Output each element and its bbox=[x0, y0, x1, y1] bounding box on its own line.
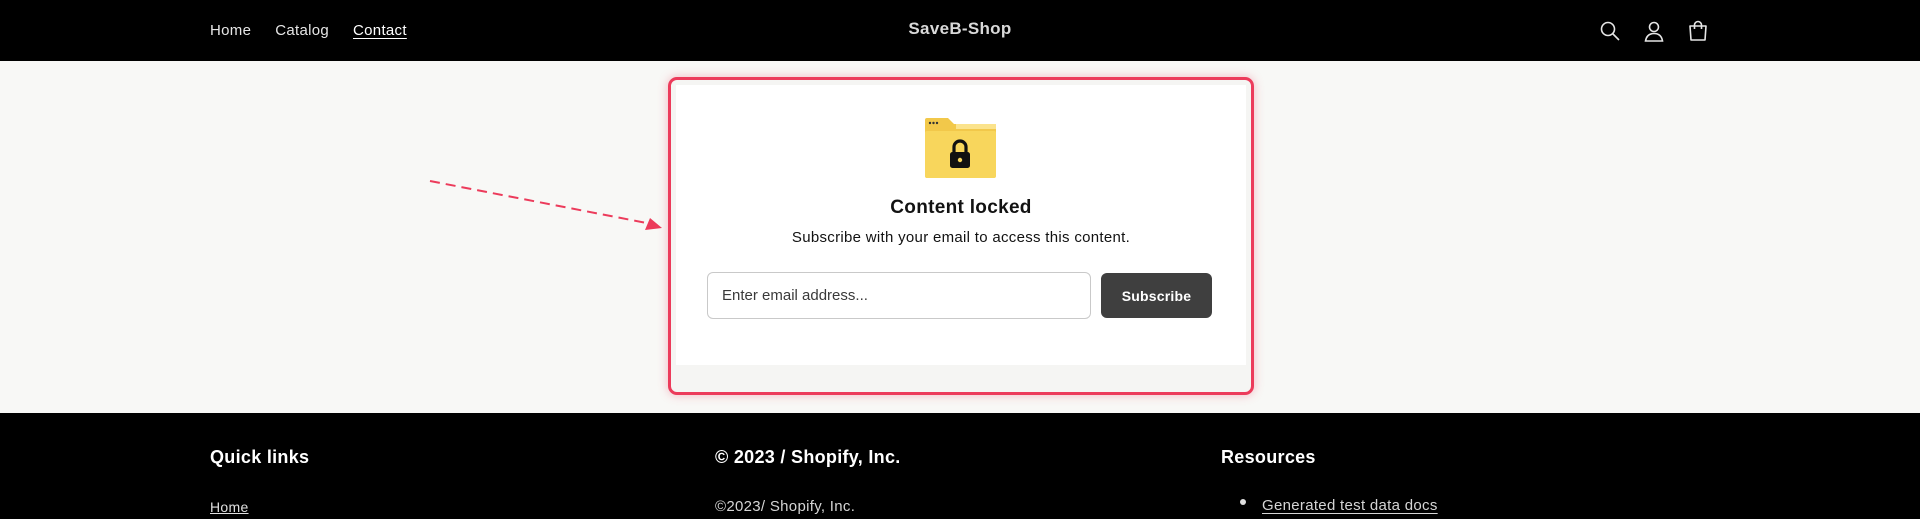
annotation-arrow-icon bbox=[429, 180, 662, 230]
locked-folder-icon bbox=[925, 118, 996, 178]
main-nav: Home Catalog Contact bbox=[210, 0, 407, 61]
footer-home-link[interactable]: Home bbox=[210, 499, 249, 515]
subscribe-button[interactable]: Subscribe bbox=[1101, 273, 1212, 318]
nav-catalog-link[interactable]: Catalog bbox=[275, 22, 329, 39]
footer-resources: Resources bbox=[1221, 447, 1316, 468]
nav-home-link[interactable]: Home bbox=[210, 22, 251, 39]
footer-test-data-docs-link[interactable]: Generated test data docs bbox=[1262, 497, 1438, 514]
cart-icon[interactable] bbox=[1686, 19, 1710, 43]
footer-copyright-column: © 2023 / Shopify, Inc. bbox=[715, 447, 901, 468]
search-icon[interactable] bbox=[1598, 19, 1622, 43]
footer-resources-heading: Resources bbox=[1221, 447, 1316, 467]
email-input[interactable] bbox=[707, 272, 1091, 319]
account-icon[interactable] bbox=[1642, 19, 1666, 43]
header-icons bbox=[1598, 0, 1710, 61]
lock-title: Content locked bbox=[890, 197, 1032, 218]
footer-copyright-text: ©2023/ Shopify, Inc. bbox=[715, 498, 856, 515]
footer-quick-links: Quick links bbox=[210, 447, 309, 468]
footer-copyright-heading: © 2023 / Shopify, Inc. bbox=[715, 447, 901, 467]
site-header: Home Catalog Contact SaveB-Shop bbox=[0, 0, 1920, 61]
nav-contact-link[interactable]: Contact bbox=[353, 22, 407, 39]
list-bullet-icon bbox=[1240, 499, 1246, 505]
footer-quick-links-heading: Quick links bbox=[210, 447, 310, 467]
brand-title[interactable]: SaveB-Shop bbox=[908, 19, 1011, 38]
lock-subtitle: Subscribe with your email to access this… bbox=[791, 229, 1131, 246]
